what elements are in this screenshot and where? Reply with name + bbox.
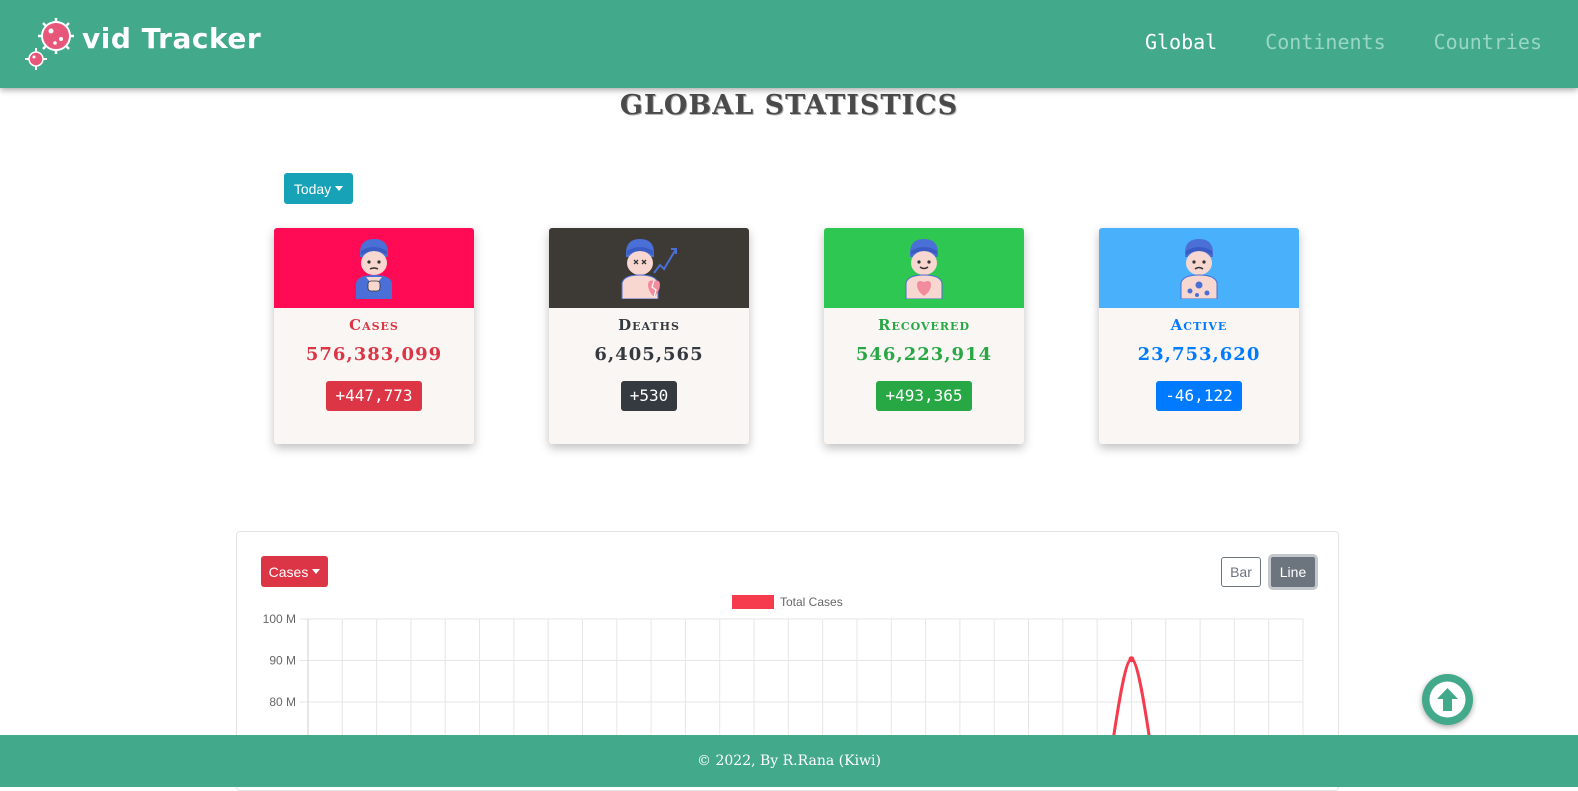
card-title: Deaths bbox=[618, 316, 680, 334]
y-tick-label: 90 M bbox=[269, 654, 296, 668]
stat-card-active: Active 23,753,620 -46,122 bbox=[1099, 228, 1299, 444]
legend-label: Total Cases bbox=[780, 595, 843, 609]
stat-card-deaths: Deaths 6,405,565 +530 bbox=[549, 228, 749, 444]
navbar: vid Tracker Global Continents Countries bbox=[0, 0, 1578, 88]
y-tick-label: 100 M bbox=[263, 612, 296, 626]
card-delta-badge: +447,773 bbox=[326, 381, 422, 411]
scroll-to-top-button[interactable] bbox=[1422, 674, 1473, 725]
metric-dropdown-label: Cases bbox=[268, 563, 309, 580]
card-header bbox=[1099, 228, 1299, 308]
card-delta-badge: +493,365 bbox=[876, 381, 972, 411]
nav-global[interactable]: Global bbox=[1145, 30, 1217, 54]
card-count: 6,405,565 bbox=[594, 344, 704, 365]
card-title: Active bbox=[1170, 316, 1228, 334]
card-title: Cases bbox=[349, 316, 399, 334]
healthy-heart-icon bbox=[905, 239, 943, 299]
stat-card-recovered: Recovered 546,223,914 +493,365 bbox=[824, 228, 1024, 444]
card-delta-badge: -46,122 bbox=[1156, 381, 1242, 411]
infected-patient-icon bbox=[1180, 239, 1218, 299]
brand-title: vid Tracker bbox=[82, 22, 262, 55]
card-delta-badge: +530 bbox=[620, 381, 678, 411]
period-dropdown-label: Today bbox=[293, 180, 332, 197]
data-point bbox=[1128, 656, 1135, 663]
period-dropdown[interactable]: Today bbox=[284, 173, 353, 204]
arrow-up-icon bbox=[1429, 681, 1466, 718]
nav-continents[interactable]: Continents bbox=[1265, 30, 1385, 54]
caret-down-icon bbox=[312, 569, 321, 574]
card-count: 576,383,099 bbox=[305, 344, 443, 365]
page-title: GLOBAL STATISTICS bbox=[619, 90, 959, 121]
caret-down-icon bbox=[335, 186, 344, 191]
card-header bbox=[274, 228, 474, 308]
metric-dropdown[interactable]: Cases bbox=[261, 556, 328, 587]
card-title: Recovered bbox=[878, 316, 970, 334]
total-cases-line-chart: 100 M 90 M 80 M Total Cases bbox=[263, 595, 1304, 736]
y-tick-label: 80 M bbox=[269, 695, 296, 709]
virus-logo-icon bbox=[25, 18, 74, 70]
card-header bbox=[549, 228, 749, 308]
nav-links: Global Continents Countries bbox=[1145, 30, 1542, 54]
footer: © 2022, By R.Rana (Kiwi) bbox=[0, 735, 1578, 787]
card-header bbox=[824, 228, 1024, 308]
card-count: 23,753,620 bbox=[1137, 344, 1261, 365]
legend-swatch bbox=[732, 595, 774, 609]
card-count: 546,223,914 bbox=[855, 344, 993, 365]
bar-view-button[interactable]: Bar bbox=[1221, 557, 1261, 587]
patient-cough-icon bbox=[356, 239, 392, 299]
footer-credits: © 2022, By R.Rana (Kiwi) bbox=[697, 753, 881, 769]
stat-card-cases: Cases 576,383,099 +447,773 bbox=[274, 228, 474, 444]
line-view-button[interactable]: Line bbox=[1268, 554, 1318, 590]
nav-countries[interactable]: Countries bbox=[1434, 30, 1542, 54]
broken-heart-icon bbox=[621, 239, 677, 299]
